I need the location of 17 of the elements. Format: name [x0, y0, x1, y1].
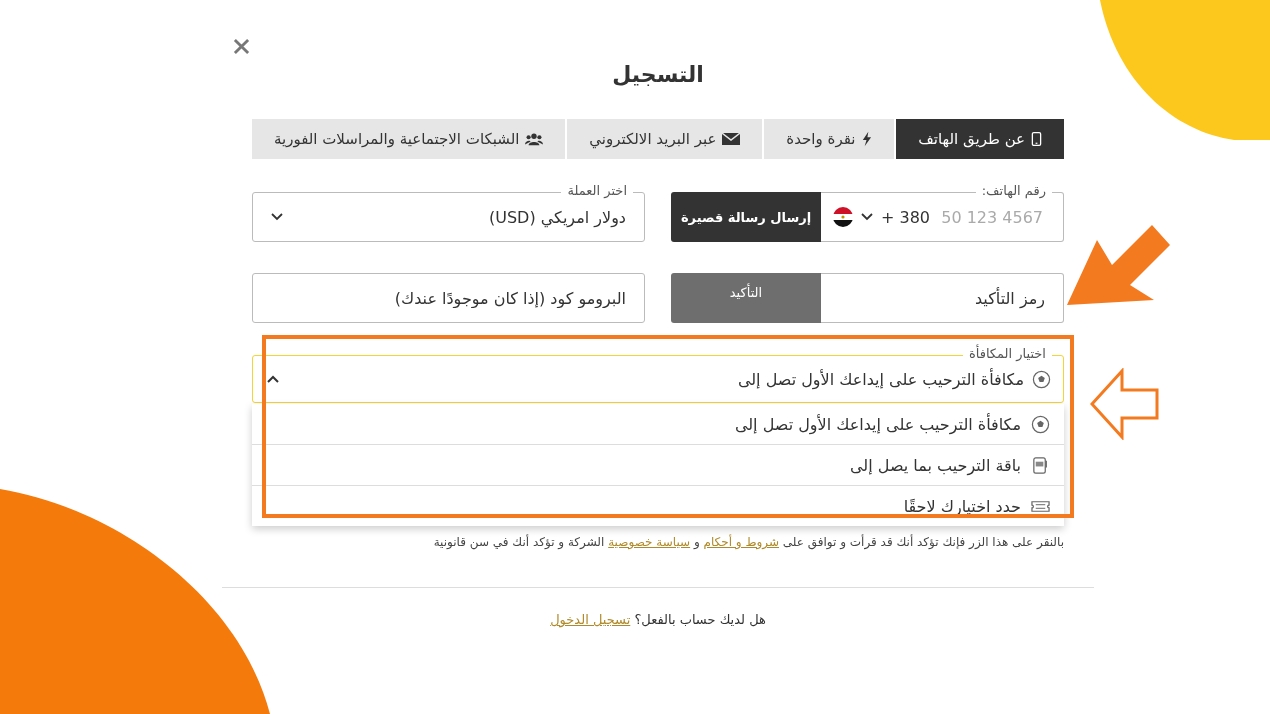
terms-text: بالنقر على هذا الزر فإنك تؤكد أنك قد قرأت و توافق على شروط و أحكام و سياسة خصوصية الشركة و تؤكد أنك في سن قانونية — [432, 535, 1064, 549]
tab[interactable]: الشبكات الاجتماعية والمراسلات الفورية — [252, 119, 566, 159]
form-title: التسجيل — [611, 62, 705, 87]
tab[interactable]: نقرة واحدة — [764, 119, 895, 159]
field-label: اختر العملة — [561, 183, 633, 199]
promo-code-field[interactable]: البرومو كود (إذا كان موجودًا عندك) — [252, 273, 645, 323]
dropdown-option[interactable]: مكافأة الترحيب على إيداعك الأول تصل إلى — [252, 404, 1064, 445]
bonus-value: مكافأة الترحيب على إيداعك الأول تصل إلى — [737, 369, 1024, 389]
field-label: رقم الهاتف: — [975, 183, 1052, 199]
send-sms-button[interactable]: إرسال رسالة قصيرة — [671, 192, 821, 242]
field-label: اختيار المكافأة — [962, 346, 1052, 362]
login-question: هل لديك حساب بالفعل؟ — [634, 612, 766, 627]
phone-input[interactable]: 50 123 4567 — [938, 206, 1045, 228]
tab[interactable]: عبر البريد الالكتروني — [567, 119, 763, 159]
country-code: + 380 — [881, 207, 931, 227]
tab[interactable]: عن طريق الهاتف — [896, 119, 1064, 159]
dropdown-option[interactable]: باقة الترحيب بما يصل إلى — [252, 445, 1064, 486]
